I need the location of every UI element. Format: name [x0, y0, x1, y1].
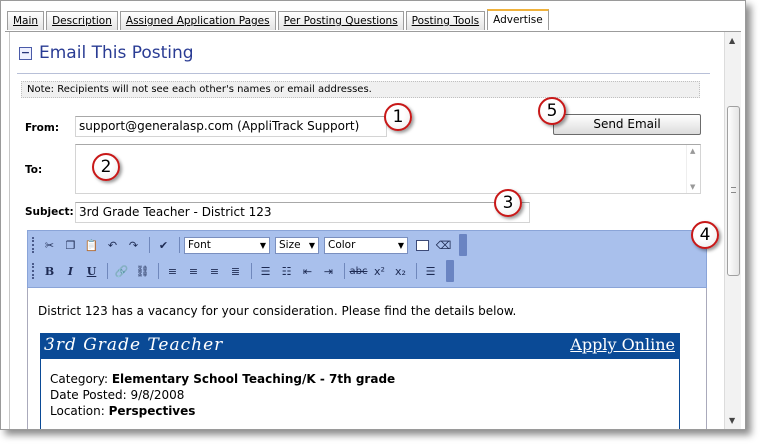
toolbar-row-1: ✂ ❐ 📋 ↶ ↷ ✔ Font ▼ Size ▼ Color ▼ ⌫: [32, 234, 467, 256]
email-posting-panel: − Email This Posting Note: Recipients wi…: [9, 32, 724, 429]
toolbar-separator: [179, 237, 180, 253]
subject-field[interactable]: 3rd Grade Teacher - District 123: [75, 202, 530, 223]
callout-1: 1: [384, 103, 412, 131]
editor-intro-text: District 123 has a vacancy for your cons…: [38, 304, 517, 318]
from-field[interactable]: support@generalasp.com (AppliTrack Suppo…: [75, 116, 387, 137]
scroll-down-icon[interactable]: ▼: [690, 183, 695, 191]
copy-icon[interactable]: ❐: [61, 236, 80, 254]
callout-4: 4: [691, 221, 719, 249]
collapse-icon[interactable]: −: [19, 46, 32, 60]
job-details: Category: Elementary School Teaching/K -…: [40, 359, 680, 429]
align-right-icon[interactable]: ≡: [205, 262, 224, 280]
callout-3: 3: [494, 189, 522, 217]
toolbar-separator: [344, 263, 345, 279]
tab-per-posting-questions[interactable]: Per Posting Questions: [277, 11, 404, 30]
unlink-icon[interactable]: ⛓: [133, 262, 152, 280]
color-select-label: Color: [328, 238, 356, 251]
date-posted-row: Date Posted: 9/8/2008: [50, 387, 670, 403]
scroll-up-icon[interactable]: ▲: [690, 147, 695, 155]
toolbar-separator: [251, 263, 252, 279]
toolbar-grip-icon[interactable]: [32, 237, 36, 253]
toolbar-row-2: B I U 🔗 ⛓ ≡ ≡ ≡ ≣ ☰ ☷ ⇤ ⇥ abc x² x₂ ☰: [32, 260, 454, 282]
location-label: Location:: [50, 404, 105, 418]
callout-5: 5: [538, 97, 566, 125]
toolbar-separator: [107, 263, 108, 279]
size-select[interactable]: Size ▼: [275, 236, 319, 254]
message-editor[interactable]: District 123 has a vacancy for your cons…: [27, 288, 707, 429]
redo-icon[interactable]: ↷: [124, 236, 143, 254]
undo-icon[interactable]: ↶: [103, 236, 122, 254]
section-header: − Email This Posting: [19, 43, 194, 63]
callout-2: 2: [92, 153, 120, 181]
send-email-button[interactable]: Send Email: [553, 114, 701, 135]
section-title: Email This Posting: [39, 43, 194, 63]
section-divider: [17, 73, 710, 74]
numbered-list-icon[interactable]: ☷: [277, 262, 296, 280]
thumb-grip-icon: [731, 187, 736, 193]
font-select-label: Font: [188, 238, 211, 251]
font-select[interactable]: Font ▼: [184, 236, 270, 254]
chevron-down-icon: ▼: [259, 240, 266, 250]
cut-icon[interactable]: ✂: [40, 236, 59, 254]
category-value: Elementary School Teaching/K - 7th grade: [111, 372, 396, 386]
indent-icon[interactable]: ⇥: [319, 262, 338, 280]
recipients-note: Note: Recipients will not see each other…: [21, 81, 700, 98]
superscript-button[interactable]: x²: [370, 262, 389, 280]
toolbar-options-icon[interactable]: [446, 260, 454, 282]
apply-online-link[interactable]: Apply Online: [570, 335, 675, 354]
subject-label: Subject:: [25, 206, 74, 218]
tab-advertise[interactable]: Advertise: [487, 9, 549, 30]
tab-description[interactable]: Description: [46, 11, 118, 30]
main-scrollbar[interactable]: ▲ ▼: [724, 32, 741, 429]
toolbar-options-icon[interactable]: [459, 234, 467, 256]
bullet-list-icon[interactable]: ☰: [256, 262, 275, 280]
tab-posting-tools[interactable]: Posting Tools: [405, 11, 486, 30]
spellcheck-icon[interactable]: ✔: [154, 236, 173, 254]
job-banner: 3rd Grade Teacher Apply Online: [40, 333, 680, 359]
align-justify-icon[interactable]: ≣: [226, 262, 245, 280]
app-window: Main Description Assigned Application Pa…: [0, 0, 746, 430]
toolbar-separator: [149, 237, 150, 253]
tab-main[interactable]: Main: [7, 11, 45, 30]
location-value: Perspectives: [108, 404, 196, 418]
to-field[interactable]: ▲ ▼: [75, 144, 701, 194]
date-posted-label: Date Posted:: [50, 388, 127, 402]
eraser-icon[interactable]: ⌫: [434, 236, 453, 254]
color-select[interactable]: Color ▼: [324, 236, 408, 254]
scroll-down-icon[interactable]: ▼: [729, 416, 735, 425]
job-title: 3rd Grade Teacher: [44, 335, 224, 355]
outdent-icon[interactable]: ⇤: [298, 262, 317, 280]
subscript-button[interactable]: x₂: [391, 262, 410, 280]
tab-bar: Main Description Assigned Application Pa…: [7, 9, 551, 30]
align-left-icon[interactable]: ≡: [163, 262, 182, 280]
scrollbar-thumb[interactable]: [727, 106, 740, 276]
horizontal-rule-icon[interactable]: ☰: [421, 262, 440, 280]
chevron-down-icon: ▼: [397, 240, 404, 250]
to-field-scrollbar[interactable]: ▲ ▼: [686, 145, 700, 193]
tab-assigned-application-pages[interactable]: Assigned Application Pages: [119, 11, 276, 30]
underline-button[interactable]: U: [82, 262, 101, 280]
paste-icon[interactable]: 📋: [82, 236, 101, 254]
bold-button[interactable]: B: [40, 262, 59, 280]
scroll-up-icon[interactable]: ▲: [729, 36, 735, 45]
link-icon[interactable]: 🔗: [112, 262, 131, 280]
editor-toolbar: ✂ ❐ 📋 ↶ ↷ ✔ Font ▼ Size ▼ Color ▼ ⌫ B I U: [27, 230, 707, 288]
category-row: Category: Elementary School Teaching/K -…: [50, 371, 670, 387]
toolbar-separator: [416, 263, 417, 279]
date-posted-value: 9/8/2008: [130, 388, 185, 402]
location-row: Location: Perspectives: [50, 403, 670, 419]
size-select-label: Size: [279, 238, 301, 251]
align-center-icon[interactable]: ≡: [184, 262, 203, 280]
paste-word-icon[interactable]: [413, 236, 432, 254]
toolbar-separator: [158, 263, 159, 279]
to-label: To:: [25, 164, 43, 176]
toolbar-grip-icon[interactable]: [32, 263, 36, 279]
category-label: Category:: [50, 372, 108, 386]
strikethrough-button[interactable]: abc: [349, 262, 368, 280]
from-label: From:: [25, 122, 60, 134]
italic-button[interactable]: I: [61, 262, 80, 280]
chevron-down-icon: ▼: [308, 240, 315, 250]
